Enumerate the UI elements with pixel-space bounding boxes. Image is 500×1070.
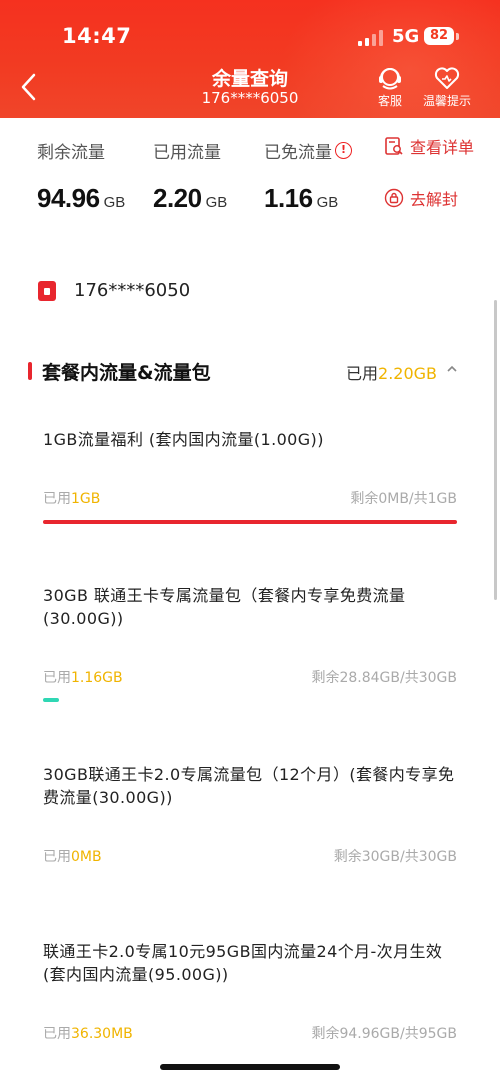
stat-free: 已免流量 ! 1.16 GB [264, 138, 352, 214]
package-name: 1GB流量福利 (套内国内流量(1.00G)) [43, 430, 324, 449]
tips-button[interactable]: 温馨提示 [418, 64, 476, 109]
scrollbar[interactable] [494, 300, 497, 600]
unlock-link[interactable]: 去解封 [384, 186, 458, 210]
package-used-prefix: 已用 [43, 849, 71, 865]
stat-used-label: 已用流量 [153, 143, 221, 163]
stat-used-number: 2.20 [153, 183, 202, 213]
package-item: 1GB流量福利 (套内国内流量(1.00G)) 已用1GB 剩余0MB/共1GB [43, 428, 461, 524]
status-time: 14:47 [62, 24, 132, 48]
package-name: 30GB联通王卡2.0专属流量包（12个月）(套餐内专享免费流量(30.00G)… [43, 765, 455, 807]
account-phone: 176****6050 [74, 280, 191, 301]
chevron-up-icon[interactable] [446, 364, 458, 374]
package-progress-bar [43, 698, 457, 702]
heart-icon [434, 67, 460, 89]
package-remaining: 剩余94.96GB/共95GB [311, 1026, 457, 1042]
package-used-prefix: 已用 [43, 670, 71, 686]
stat-remaining-value: 94.96 GB [37, 183, 125, 214]
package-used: 已用0MB [43, 846, 102, 866]
section-used-prefix: 已用 [346, 364, 379, 383]
stat-used-value: 2.20 GB [153, 183, 227, 214]
section-header[interactable]: 套餐内流量&流量包 已用2.20GB [0, 356, 500, 386]
package-used-prefix: 已用 [43, 491, 71, 507]
account-row: 176****6050 [38, 280, 190, 301]
view-details-label: 查看详单 [410, 138, 475, 157]
package-name: 30GB 联通王卡专属流量包（套餐内专享免费流量(30.00G)) [43, 586, 406, 628]
section-accent-bar [28, 362, 32, 380]
package-used: 已用1.16GB [43, 667, 123, 687]
package-item: 30GB 联通王卡专属流量包（套餐内专享免费流量(30.00G)) 已用1.16… [43, 584, 461, 702]
headset-icon [379, 68, 401, 90]
package-used-amount: 0MB [71, 849, 102, 865]
stat-used: 已用流量 2.20 GB [153, 138, 227, 214]
package-item: 联通王卡2.0专属10元95GB国内流量24个月-次月生效 (套内国内流量(95… [43, 940, 461, 1042]
status-bar: 14:47 5G 82 [0, 24, 500, 52]
stat-free-label: 已免流量 [264, 143, 332, 163]
package-remaining: 剩余0MB/共1GB [350, 491, 457, 507]
stat-remaining-number: 94.96 [37, 183, 100, 213]
stat-remaining: 剩余流量 94.96 GB [37, 138, 125, 214]
tips-label: 温馨提示 [422, 94, 471, 108]
stat-free-label-row: 已免流量 ! [264, 138, 352, 163]
view-details-link[interactable]: 查看详单 [384, 134, 474, 158]
sim-card-icon [38, 280, 56, 301]
package-progress-fill [43, 520, 457, 524]
document-search-icon [385, 137, 403, 155]
section-used-amount: 2.20GB [378, 364, 438, 383]
unlock-label: 去解封 [410, 190, 459, 209]
battery-tip [456, 33, 459, 40]
package-used-amount: 1GB [71, 491, 101, 507]
stat-free-value: 1.16 GB [264, 183, 352, 214]
stat-used-unit: GB [205, 194, 228, 211]
package-used-prefix: 已用 [43, 1026, 71, 1042]
package-remaining: 剩余28.84GB/共30GB [311, 670, 457, 686]
battery-icon: 82 [424, 27, 454, 45]
package-used: 已用36.30MB [43, 1023, 133, 1043]
customer-service-label: 客服 [377, 94, 402, 108]
package-name: 联通王卡2.0专属10元95GB国内流量24个月-次月生效 (套内国内流量(95… [43, 942, 443, 984]
package-used-amount: 36.30MB [71, 1026, 133, 1042]
signal-icon [358, 30, 383, 46]
app-header: 14:47 5G 82 余量查询 176****6050 客服 温馨提示 [0, 0, 500, 118]
lock-icon [384, 188, 404, 208]
section-used: 已用2.20GB [346, 360, 437, 384]
home-indicator[interactable] [160, 1064, 340, 1070]
info-icon[interactable]: ! [335, 142, 352, 159]
section-title: 套餐内流量&流量包 [42, 362, 211, 384]
stat-remaining-unit: GB [103, 194, 126, 211]
package-progress-bar [43, 520, 457, 524]
customer-service-button[interactable]: 客服 [372, 64, 408, 109]
network-type: 5G [392, 26, 420, 47]
stat-free-unit: GB [316, 194, 339, 211]
usage-summary: 剩余流量 94.96 GB 已用流量 2.20 GB 已免流量 ! 1.16 GB 查… [0, 118, 500, 228]
package-used-amount: 1.16GB [71, 670, 123, 686]
package-item: 30GB联通王卡2.0专属流量包（12个月）(套餐内专享免费流量(30.00G)… [43, 763, 461, 865]
stat-remaining-label: 剩余流量 [37, 143, 105, 163]
package-used: 已用1GB [43, 488, 100, 508]
package-progress-fill [43, 698, 59, 702]
package-remaining: 剩余30GB/共30GB [333, 849, 457, 865]
stat-free-number: 1.16 [264, 183, 313, 213]
